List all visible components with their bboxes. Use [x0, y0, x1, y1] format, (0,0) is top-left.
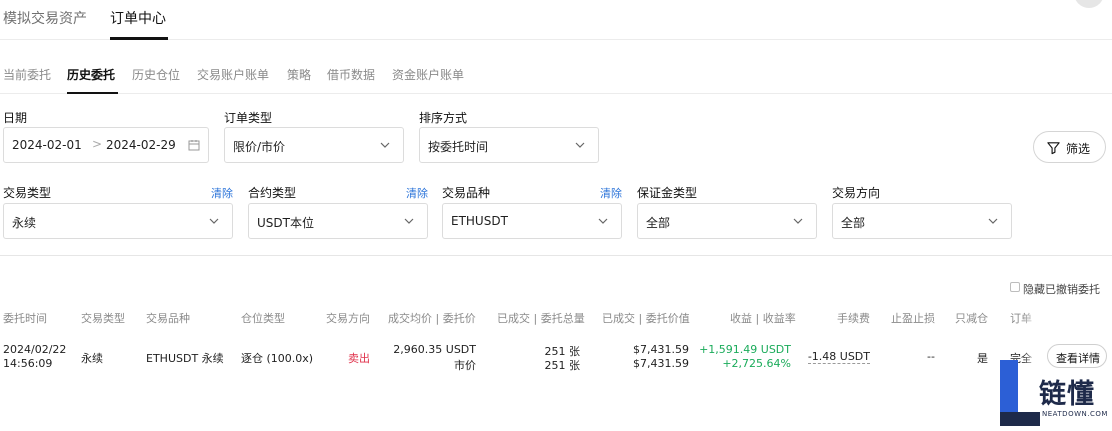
cell-order-price: 市价 [454, 359, 476, 372]
col-filled-value: 已成交 | 委托价值 [602, 312, 690, 325]
cell-order-value: $7,431.59 [633, 357, 689, 370]
active-subtab-indicator [67, 92, 118, 94]
active-tab-indicator [110, 37, 168, 40]
tab-strategy[interactable]: 策略 [287, 66, 311, 83]
filter-button-label: 筛选 [1066, 142, 1091, 156]
cell-pnl: +1,591.49 USDT [699, 343, 791, 356]
tab-trading-bills[interactable]: 交易账户账单 [197, 66, 269, 83]
date-end[interactable]: 2024-02-29 [106, 138, 176, 152]
col-fee: 手续费 [837, 312, 870, 325]
sort-select[interactable]: 按委托时间 [419, 127, 599, 163]
instrument-select[interactable]: ETHUSDT [442, 203, 622, 239]
col-direction: 交易方向 [326, 312, 370, 325]
order-type-label: 订单类型 [224, 111, 273, 125]
cell-date: 2024/02/22 [3, 343, 67, 356]
chevron-down-icon [598, 218, 608, 224]
col-trade-type: 交易类型 [81, 312, 125, 325]
avatar[interactable] [1074, 0, 1104, 8]
cell-position-type: 逐仓 (100.0x) [241, 352, 314, 365]
col-avg-price: 成交均价 | 委托价 [388, 312, 476, 325]
chevron-down-icon [404, 218, 414, 224]
cell-direction: 卖出 [348, 352, 370, 365]
col-filled-qty: 已成交 | 委托总量 [497, 312, 585, 325]
sub-tab-bar: 当前委托 历史委托 历史仓位 交易账户账单 策略 借币数据 资金账户账单 [0, 66, 1112, 94]
cell-fee[interactable]: -1.48 USDT [807, 350, 870, 364]
cell-pnl-rate: +2,725.64% [722, 357, 791, 370]
margin-type-value: 全部 [646, 216, 671, 230]
trade-type-clear[interactable]: 清除 [211, 185, 233, 201]
tab-simulated-assets[interactable]: 模拟交易资产 [3, 8, 87, 28]
direction-label: 交易方向 [832, 186, 881, 200]
sort-label: 排序方式 [419, 111, 468, 125]
filter-button[interactable]: 筛选 [1033, 131, 1106, 163]
contract-type-clear[interactable]: 清除 [406, 185, 428, 201]
chevron-down-icon [575, 142, 585, 148]
direction-value: 全部 [841, 216, 866, 230]
contract-type-select[interactable]: USDT本位 [248, 203, 428, 239]
col-instrument: 交易品种 [146, 312, 190, 325]
logo-subtext: NEATDOWN.COM [1042, 410, 1108, 418]
date-separator: > [92, 137, 103, 151]
cell-avg-price: 2,960.35 USDT [393, 343, 476, 356]
chevron-down-icon [209, 218, 219, 224]
tab-order-center[interactable]: 订单中心 [110, 8, 166, 28]
trade-type-select[interactable]: 永续 [3, 203, 233, 239]
col-order-time: 委托时间 [3, 312, 47, 325]
section-divider [0, 255, 1112, 256]
sort-value: 按委托时间 [428, 140, 489, 154]
col-tp-sl: 止盈止损 [891, 312, 935, 325]
date-label: 日期 [3, 111, 28, 125]
date-range-picker[interactable]: 2024-02-01 > 2024-02-29 [3, 127, 209, 163]
watermark-logo: 链懂 NEATDOWN.COM [995, 356, 1112, 431]
tab-current-orders[interactable]: 当前委托 [3, 66, 51, 83]
logo-text: 链懂 [1039, 379, 1095, 410]
cell-time: 14:56:09 [3, 357, 53, 370]
cell-instrument: ETHUSDT 永续 [146, 352, 224, 365]
tab-borrow-data[interactable]: 借币数据 [327, 66, 375, 83]
calendar-icon [188, 140, 200, 151]
chevron-down-icon [793, 218, 803, 224]
tab-funding-bills[interactable]: 资金账户账单 [392, 66, 464, 83]
chevron-down-icon [988, 218, 998, 224]
cell-filled-value: $7,431.59 [633, 343, 689, 356]
instrument-value: ETHUSDT [451, 214, 508, 228]
tab-order-history[interactable]: 历史委托 [67, 66, 115, 83]
cell-trade-type: 永续 [81, 352, 103, 365]
top-tab-bar: 模拟交易资产 订单中心 [0, 0, 1112, 40]
contract-type-value: USDT本位 [257, 216, 314, 230]
margin-type-label: 保证金类型 [637, 186, 698, 200]
instrument-clear[interactable]: 清除 [600, 185, 622, 201]
trade-type-label: 交易类型 [3, 186, 52, 200]
hide-cancelled-checkbox[interactable] [1010, 282, 1020, 292]
col-position-type: 仓位类型 [241, 312, 285, 325]
margin-type-select[interactable]: 全部 [637, 203, 817, 239]
order-type-select[interactable]: 限价/市价 [224, 127, 404, 163]
col-reduce-only: 只减仓 [955, 312, 988, 325]
tab-position-history[interactable]: 历史仓位 [132, 66, 180, 83]
direction-select[interactable]: 全部 [832, 203, 1012, 239]
trade-type-value: 永续 [12, 216, 37, 230]
contract-type-label: 合约类型 [248, 186, 297, 200]
chevron-down-icon [380, 142, 390, 148]
hide-cancelled-label: 隐藏已撤销委托 [1023, 283, 1100, 296]
col-pnl: 收益 | 收益率 [730, 312, 796, 325]
cell-tp-sl: -- [927, 350, 935, 363]
date-start[interactable]: 2024-02-01 [12, 138, 82, 152]
filter-icon [1047, 142, 1060, 155]
order-type-value: 限价/市价 [233, 140, 286, 154]
cell-total-qty: 251 张 [544, 359, 581, 372]
instrument-label: 交易品种 [442, 186, 491, 200]
cell-reduce-only: 是 [977, 352, 988, 365]
logo-mark-base [1000, 412, 1040, 426]
